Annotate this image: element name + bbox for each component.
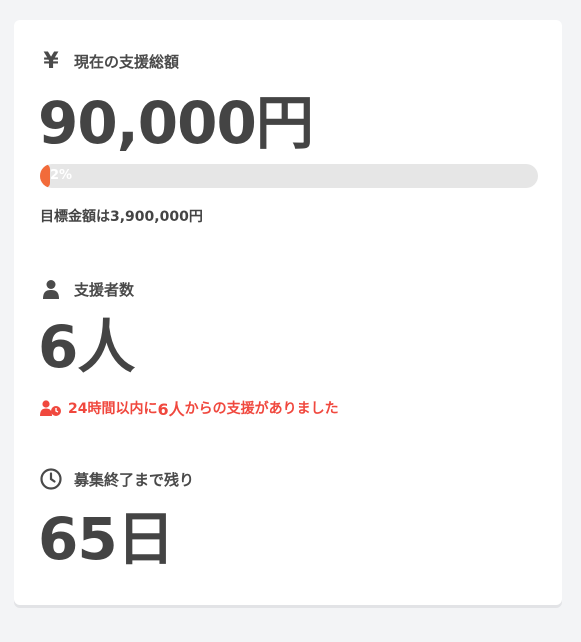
project-stats-card: ¥ 現在の支援総額 90,000円 2% 目標金額は3,900,000円 支援者… (14, 20, 562, 605)
funding-progress-bar (40, 164, 538, 188)
recent-supporters-note: 24時間以内に 6人 からの支援がありました (40, 396, 339, 420)
clock-icon (40, 468, 62, 490)
funding-progress-label: 2% (50, 168, 73, 183)
funding-header: ¥ 現在の支援総額 (40, 48, 180, 74)
funding-label: 現在の支援総額 (74, 52, 180, 71)
recent-count: 6人 (157, 400, 185, 419)
supporters-count: 6人 (38, 313, 135, 381)
recent-prefix: 24時間以内に (68, 401, 158, 417)
funding-progress-fill (40, 164, 50, 188)
remaining-header: 募集終了まで残り (40, 468, 194, 490)
supporters-header: 支援者数 (40, 278, 134, 300)
yen-icon: ¥ (43, 48, 59, 74)
user-clock-icon (40, 400, 62, 416)
funding-amount: 90,000円 (38, 89, 314, 157)
recent-suffix: からの支援がありました (184, 401, 339, 417)
user-icon (40, 278, 62, 300)
supporters-label: 支援者数 (74, 280, 135, 299)
funding-goal-text: 目標金額は3,900,000円 (40, 209, 203, 225)
remaining-days: 65日 (38, 505, 175, 573)
remaining-label: 募集終了まで残り (74, 470, 195, 489)
